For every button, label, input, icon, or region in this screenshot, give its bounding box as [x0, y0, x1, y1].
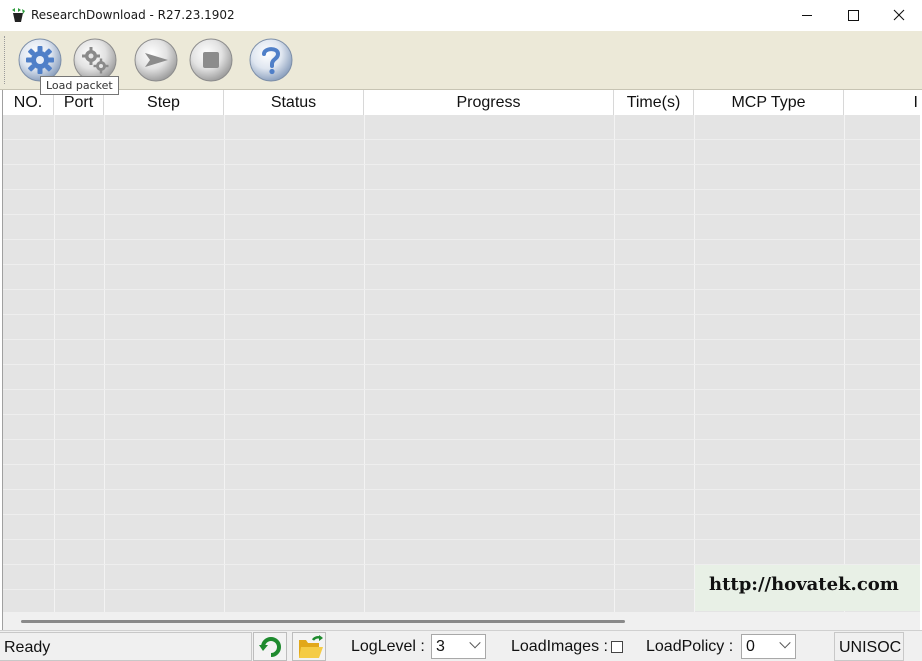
start-button[interactable]: [133, 37, 179, 83]
row-divider: [3, 264, 920, 265]
brand-label: UNISOC: [834, 632, 904, 661]
col-header-time[interactable]: Time(s): [614, 90, 694, 115]
status-bar: Ready LogLevel : 3 LoadImages : LoadPoli…: [0, 630, 922, 661]
row-divider: [3, 214, 920, 215]
col-header-step[interactable]: Step: [104, 90, 224, 115]
log-level-value: 3: [436, 638, 445, 655]
close-button[interactable]: [876, 0, 922, 31]
download-grid[interactable]: NO. Port Step Status Progress Time(s) MC…: [2, 90, 920, 630]
question-mark-icon: [249, 38, 293, 82]
title-bar: ResearchDownload - R27.23.1902: [0, 0, 922, 31]
col-header-progress[interactable]: Progress: [364, 90, 614, 115]
stop-square-icon: [189, 38, 233, 82]
col-header-mcp-type[interactable]: MCP Type: [694, 90, 844, 115]
tooltip-load-packet: Load packet: [40, 76, 119, 95]
grid-body[interactable]: http://hovatek.com: [3, 115, 920, 612]
row-divider: [3, 339, 920, 340]
open-folder-button[interactable]: [292, 632, 326, 661]
watermark: http://hovatek.com: [695, 565, 920, 611]
chevron-down-icon: [469, 637, 481, 649]
refresh-button[interactable]: [253, 632, 287, 661]
row-divider: [3, 414, 920, 415]
row-divider: [3, 139, 920, 140]
load-policy-value: 0: [746, 638, 755, 655]
row-divider: [3, 164, 920, 165]
app-icon: [12, 8, 25, 22]
row-divider: [3, 539, 920, 540]
refresh-arrow-icon: [259, 637, 281, 657]
maximize-icon: [848, 10, 859, 21]
watermark-text: http://hovatek.com: [709, 574, 899, 595]
open-folder-icon: [299, 635, 323, 658]
close-icon: [893, 9, 905, 21]
load-policy-label: LoadPolicy :: [646, 638, 734, 655]
toolbar: [0, 31, 922, 90]
chevron-down-icon: [779, 637, 791, 649]
row-divider: [3, 289, 920, 290]
col-header-status[interactable]: Status: [224, 90, 364, 115]
status-text: Ready: [0, 632, 252, 661]
col-header-partial[interactable]: I: [844, 90, 920, 115]
horizontal-scrollbar[interactable]: [3, 612, 920, 630]
row-divider: [3, 464, 920, 465]
row-divider: [3, 314, 920, 315]
minimize-button[interactable]: [784, 0, 830, 31]
log-level-label: LogLevel :: [351, 638, 425, 655]
toolbar-grip[interactable]: [4, 36, 6, 84]
play-arrow-icon: [134, 38, 178, 82]
scrollbar-thumb[interactable]: [21, 620, 625, 623]
minimize-icon: [802, 15, 812, 16]
maximize-button[interactable]: [830, 0, 876, 31]
row-divider: [3, 489, 920, 490]
window-title: ResearchDownload - R27.23.1902: [31, 8, 235, 22]
log-level-select[interactable]: 3: [431, 634, 486, 659]
row-divider: [3, 189, 920, 190]
grid-header: NO. Port Step Status Progress Time(s) MC…: [3, 90, 920, 115]
stop-button[interactable]: [188, 37, 234, 83]
row-divider: [3, 439, 920, 440]
row-divider: [3, 239, 920, 240]
help-button[interactable]: [248, 37, 294, 83]
load-images-label: LoadImages :: [511, 638, 608, 655]
load-images-checkbox[interactable]: [611, 641, 623, 653]
row-divider: [3, 389, 920, 390]
load-policy-select[interactable]: 0: [741, 634, 796, 659]
row-divider: [3, 514, 920, 515]
row-divider: [3, 364, 920, 365]
